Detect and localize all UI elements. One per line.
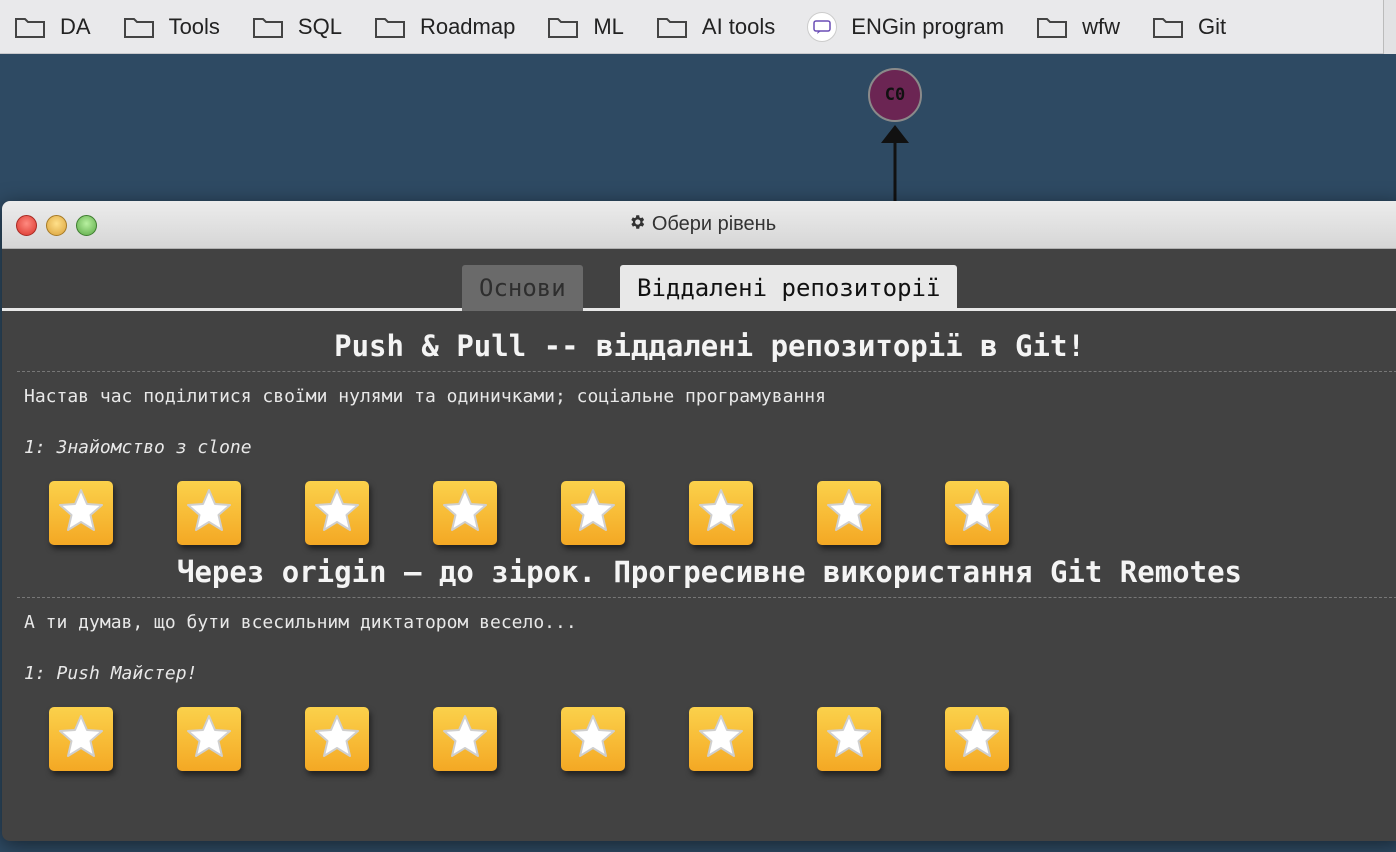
folder-icon (1152, 14, 1186, 40)
star-icon (312, 486, 362, 540)
window-controls (16, 215, 97, 236)
star-icon (824, 712, 874, 766)
minimize-button[interactable] (46, 215, 67, 236)
bookmark-label: SQL (297, 13, 342, 39)
star-icon (696, 712, 746, 766)
level-name: 1: Push Майстер! (24, 663, 198, 684)
folder-icon (123, 14, 157, 40)
gear-icon (628, 213, 646, 237)
level-star-button[interactable] (561, 481, 625, 545)
level-tabs: Основи Віддалені репозиторії (2, 249, 1396, 311)
level-stars (17, 459, 1396, 547)
folder-icon (656, 14, 690, 40)
section-title: Через origin – до зірок. Прогресивне вик… (17, 547, 1396, 598)
maximize-button[interactable] (76, 215, 97, 236)
levels-content: Push & Pull -- віддалені репозиторії в G… (2, 321, 1396, 773)
bookmark-label: Roadmap (419, 13, 516, 39)
folder-icon (1036, 14, 1070, 40)
star-icon (952, 486, 1002, 540)
star-icon (312, 712, 362, 766)
section-description: А ти думав, що бути всесильним диктаторо… (24, 612, 577, 633)
git-graph (881, 125, 909, 205)
star-icon (696, 486, 746, 540)
star-icon (56, 486, 106, 540)
level-stars (17, 685, 1396, 773)
window-titlebar: Обери рівень (2, 201, 1396, 249)
level-star-button[interactable] (433, 481, 497, 545)
star-icon (440, 486, 490, 540)
close-button[interactable] (16, 215, 37, 236)
bookmark-label: AI tools (701, 13, 776, 39)
folder-icon (14, 14, 48, 40)
bookmark-da[interactable]: DA (0, 7, 109, 47)
level-star-button[interactable] (305, 707, 369, 771)
site-icon (807, 11, 838, 42)
level-select-window: Обери рівень Основи Віддалені репозиторі… (2, 201, 1396, 841)
star-icon (824, 486, 874, 540)
level-star-button[interactable] (433, 707, 497, 771)
bookmark-label: Tools (168, 13, 220, 39)
star-icon (440, 712, 490, 766)
level-star-button[interactable] (49, 707, 113, 771)
bookmark-tools[interactable]: Tools (109, 7, 238, 47)
bookmark-roadmap[interactable]: Roadmap (360, 7, 533, 47)
bookmark-ai-tools[interactable]: AI tools (642, 7, 793, 47)
tab-basics[interactable]: Основи (462, 265, 583, 311)
star-icon (568, 486, 618, 540)
level-star-button[interactable] (177, 707, 241, 771)
level-name: 1: Знайомство з clone (24, 437, 252, 458)
bookmark-label: ML (593, 13, 624, 39)
bookmark-ml[interactable]: ML (533, 7, 642, 47)
star-icon (56, 712, 106, 766)
bookmark-wfw[interactable]: wfw (1022, 7, 1138, 47)
commit-node[interactable]: C0 (868, 68, 922, 122)
level-star-button[interactable] (561, 707, 625, 771)
star-icon (952, 712, 1002, 766)
bookmark-engin-program[interactable]: ENGin program (793, 7, 1022, 47)
star-icon (184, 486, 234, 540)
bookmarks-bar: DA Tools SQL Roadmap ML AI tools ENGin p… (0, 0, 1396, 54)
bookmark-label: wfw (1082, 13, 1121, 39)
level-star-button[interactable] (817, 481, 881, 545)
folder-icon (547, 14, 581, 40)
bookmark-git[interactable]: Git (1138, 7, 1244, 47)
bookmark-label: DA (60, 13, 91, 39)
folder-icon (252, 14, 286, 40)
star-icon (184, 712, 234, 766)
bookmarks-overflow (1383, 0, 1396, 54)
bookmark-sql[interactable]: SQL (238, 7, 360, 47)
level-star-button[interactable] (945, 707, 1009, 771)
bookmark-label: ENGin program (851, 13, 1005, 39)
level-star-button[interactable] (177, 481, 241, 545)
section-description: Настав час поділитися своїми нулями та о… (24, 386, 826, 407)
level-star-button[interactable] (689, 707, 753, 771)
level-star-button[interactable] (305, 481, 369, 545)
window-title: Обери рівень (628, 213, 776, 237)
level-star-button[interactable] (689, 481, 753, 545)
bookmark-label: Git (1198, 13, 1227, 39)
level-star-button[interactable] (945, 481, 1009, 545)
folder-icon (374, 14, 408, 40)
level-star-button[interactable] (817, 707, 881, 771)
level-star-button[interactable] (49, 481, 113, 545)
section-title: Push & Pull -- віддалені репозиторії в G… (17, 321, 1396, 372)
tab-remote-repositories[interactable]: Віддалені репозиторії (620, 265, 958, 311)
star-icon (568, 712, 618, 766)
window-title-text: Обери рівень (651, 213, 777, 235)
